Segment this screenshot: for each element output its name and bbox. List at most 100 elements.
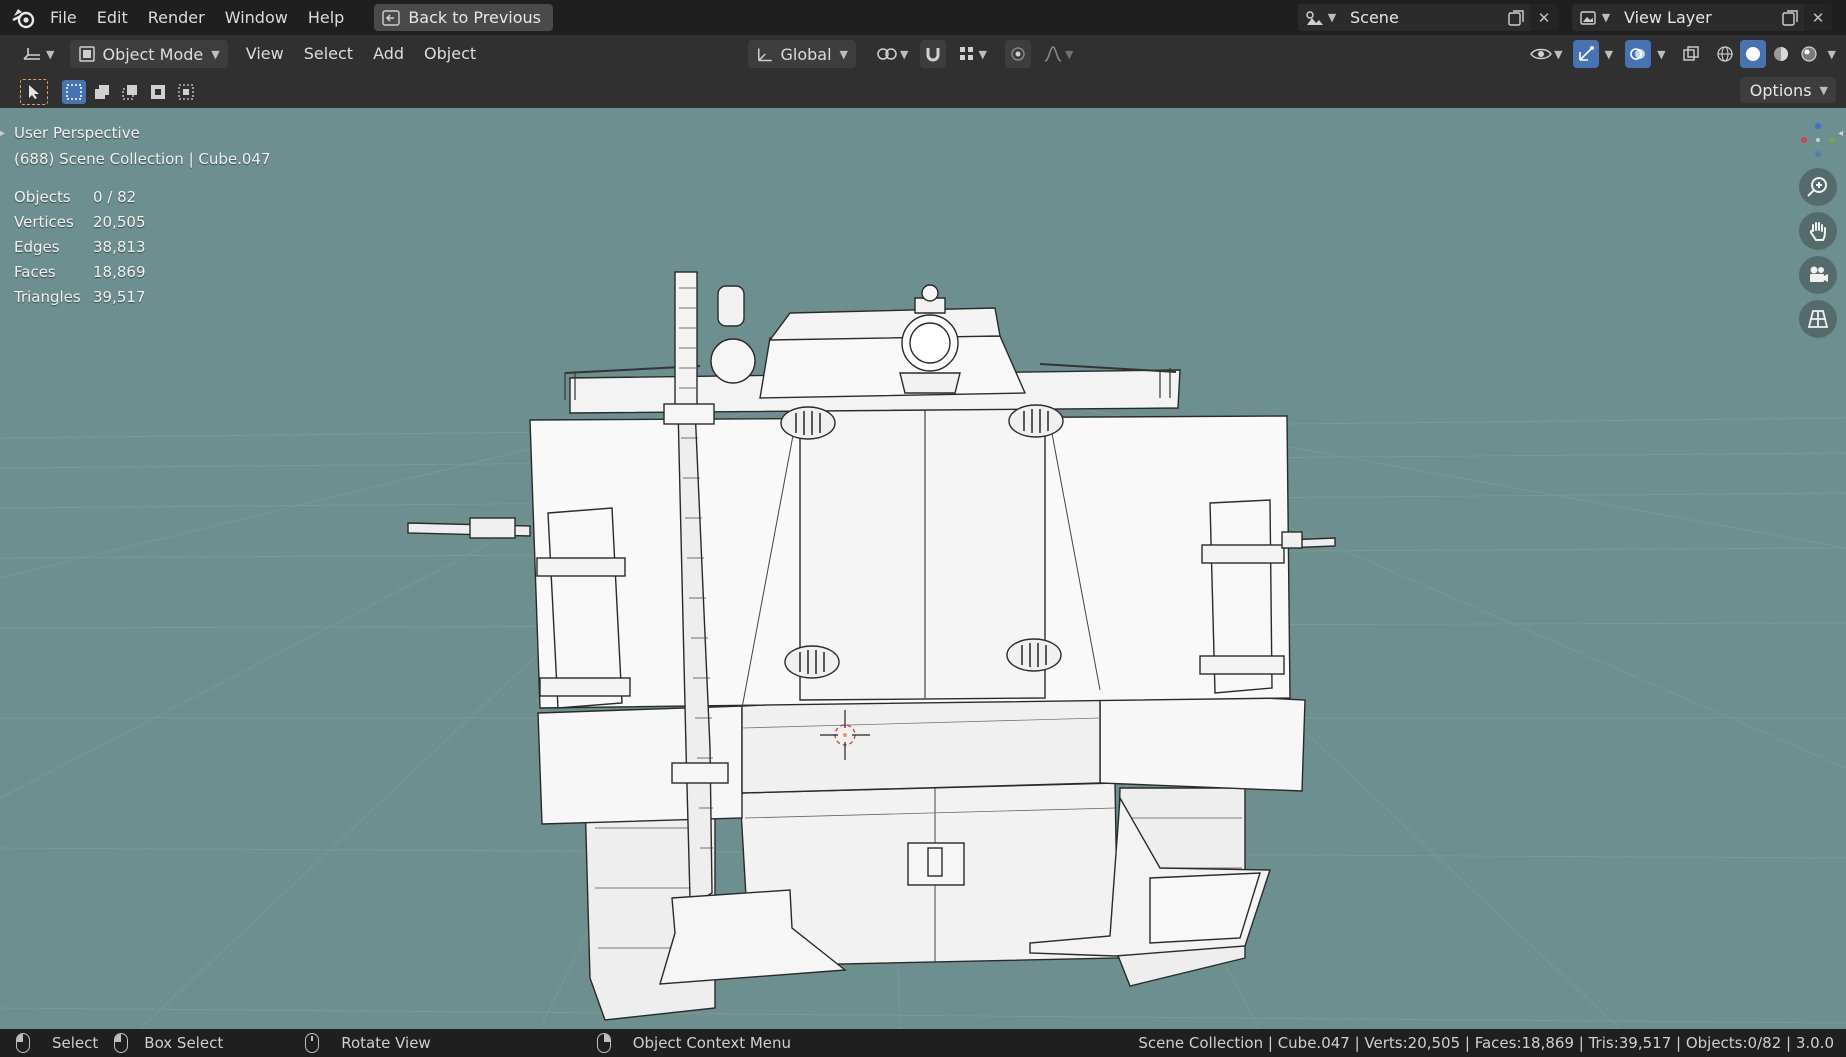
shading-solid-button[interactable]	[1739, 40, 1766, 68]
new-view-layer-button[interactable]	[1776, 4, 1804, 31]
collection-label: (688) Scene Collection | Cube.047	[14, 150, 271, 168]
snap-target-dropdown[interactable]: ▼	[950, 40, 994, 68]
status-select-label: Select	[52, 1034, 99, 1052]
chevron-down-icon: ▼	[1064, 47, 1074, 61]
orientation-global-icon	[758, 48, 772, 62]
stat-row-vertices: Vertices 20,505	[14, 210, 146, 235]
delete-view-layer-button[interactable]: ✕	[1804, 4, 1832, 31]
top-menu-bar: File Edit Render Window Help Back to Pre…	[0, 0, 1846, 35]
options-dropdown[interactable]: Options ▼	[1739, 77, 1836, 103]
snap-toggle[interactable]	[920, 40, 947, 68]
pan-button[interactable]	[1799, 212, 1837, 250]
chevron-down-icon: ▼	[211, 47, 220, 61]
back-arrow-icon	[382, 9, 401, 26]
select-subtract-button[interactable]	[118, 80, 142, 104]
xray-toggle[interactable]	[1678, 40, 1704, 68]
chevron-down-icon: ▼	[839, 47, 848, 61]
chevron-down-icon: ▼	[978, 47, 987, 61]
new-scene-button[interactable]	[1502, 4, 1530, 31]
view-layer-selector: ▼ View Layer ✕	[1572, 4, 1832, 31]
header-menu-object[interactable]: Object	[414, 35, 486, 73]
wireframe-sphere-icon	[1716, 46, 1733, 62]
shading-wireframe-button[interactable]	[1712, 40, 1738, 68]
overlays-dropdown-chevron-icon[interactable]: ▼	[1657, 48, 1665, 61]
header-menu-add[interactable]: Add	[363, 35, 414, 73]
menu-file[interactable]: File	[40, 0, 87, 35]
header-menu-view[interactable]: View	[236, 35, 294, 73]
material-sphere-icon	[1773, 47, 1788, 61]
stat-label: Objects	[14, 188, 71, 206]
eye-icon	[1530, 48, 1553, 60]
mouse-middle-icon	[305, 1033, 320, 1053]
status-rotate-hint: Rotate View	[305, 1033, 431, 1053]
chevron-down-icon: ▼	[1819, 83, 1828, 97]
tweak-tool-button[interactable]	[20, 79, 48, 105]
blender-logo-icon[interactable]	[8, 0, 40, 35]
select-invert-icon	[151, 85, 165, 99]
status-context-menu-label: Object Context Menu	[632, 1034, 792, 1052]
gizmo-dropdown-chevron-icon[interactable]: ▼	[1605, 48, 1613, 61]
toolbar-expand-arrow-icon[interactable]: ▸	[0, 128, 8, 150]
cursor-arrow-icon	[29, 85, 39, 99]
transform-orientation-dropdown[interactable]: Global ▼	[748, 40, 856, 68]
axis-gizmo-icon	[1801, 123, 1835, 157]
falloff-curve-icon	[1044, 46, 1062, 62]
back-button-label: Back to Previous	[408, 8, 542, 27]
chevron-down-icon: ▼	[46, 47, 55, 61]
back-to-previous-button[interactable]: Back to Previous	[374, 4, 554, 31]
mouse-left-icon	[16, 1033, 30, 1053]
stat-label: Edges	[14, 238, 60, 256]
view-layer-browse-button[interactable]: ▼	[1572, 4, 1616, 31]
stat-label: Faces	[14, 263, 56, 281]
select-intersect-button[interactable]	[174, 80, 198, 104]
toggle-perspective-button[interactable]	[1799, 300, 1837, 338]
view-layer-name-field[interactable]: View Layer	[1616, 4, 1776, 31]
shading-rendered-button[interactable]	[1796, 40, 1822, 68]
delete-scene-button[interactable]: ✕	[1530, 4, 1558, 31]
shading-material-button[interactable]	[1768, 40, 1794, 68]
menu-render[interactable]: Render	[138, 0, 215, 35]
zoom-button[interactable]	[1799, 168, 1837, 206]
menu-window[interactable]: Window	[215, 0, 298, 35]
stat-row-triangles: Triangles 39,517	[14, 285, 146, 310]
solid-sphere-icon	[1745, 47, 1760, 61]
proportional-falloff-dropdown[interactable]: ▼	[1035, 40, 1081, 68]
editor-type-button[interactable]: ▼	[14, 40, 62, 68]
pivot-point-dropdown[interactable]: ▼	[868, 40, 916, 68]
zoom-magnifier-icon	[1807, 177, 1827, 197]
select-extend-icon	[95, 85, 109, 99]
select-new-button[interactable]	[62, 80, 86, 104]
status-select-hint: Select	[16, 1033, 98, 1053]
select-intersect-icon	[178, 84, 194, 100]
stat-value: 18,869	[93, 263, 146, 281]
select-invert-button[interactable]	[146, 80, 170, 104]
scene-name-field[interactable]: Scene	[1342, 4, 1502, 31]
scene-browse-button[interactable]: ▼	[1298, 4, 1342, 31]
axis-gizmo[interactable]	[1798, 122, 1838, 162]
3d-viewport[interactable]: ▸ ◂ User Perspective (688) Scene Collect…	[0, 108, 1846, 1029]
sidebar-expand-arrow-icon[interactable]: ◂	[1838, 128, 1846, 150]
perspective-grid-icon	[1807, 310, 1829, 328]
select-extend-button[interactable]	[90, 80, 114, 104]
status-bar: Select Box Select Rotate View Object Con…	[0, 1029, 1846, 1057]
overlays-toggle[interactable]	[1625, 40, 1652, 68]
viewport-scene	[0, 271, 1846, 1029]
visibility-dropdown[interactable]: ▼	[1522, 40, 1570, 68]
camera-icon	[1810, 266, 1828, 282]
camera-view-button[interactable]	[1799, 256, 1837, 294]
pivot-point-icon	[877, 48, 897, 60]
menu-edit[interactable]: Edit	[87, 0, 138, 35]
header-menu-select[interactable]: Select	[294, 35, 363, 73]
shading-dropdown-chevron-icon[interactable]: ▼	[1828, 48, 1836, 61]
status-box-select-label: Box Select	[144, 1034, 224, 1052]
menu-help[interactable]: Help	[298, 0, 354, 35]
duplicate-icon	[1782, 9, 1798, 26]
proportional-edit-icon	[1011, 47, 1025, 61]
viewport-text-info: User Perspective (688) Scene Collection …	[14, 120, 271, 172]
proportional-editing-toggle[interactable]	[1004, 40, 1031, 68]
gizmo-toggle[interactable]	[1572, 40, 1599, 68]
object-mode-dropdown[interactable]: Object Mode ▼	[70, 40, 228, 68]
header-right-tools: ▼ ▼ ▼ ▼	[1522, 40, 1836, 68]
vehicle-model	[407, 271, 1336, 1021]
3d-viewport-icon	[23, 48, 40, 60]
